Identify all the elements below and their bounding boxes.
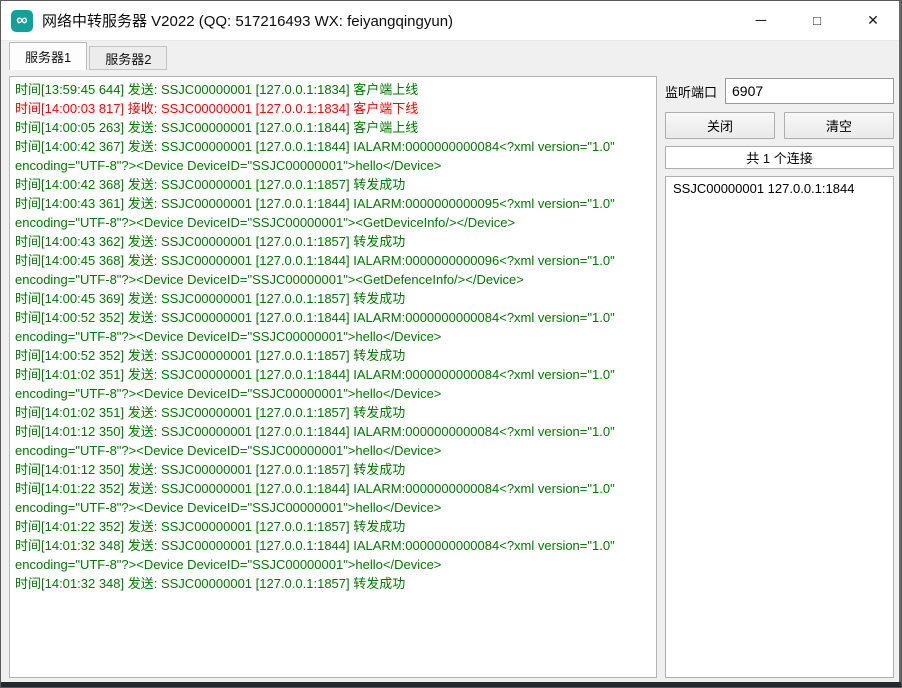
log-entry: 时间[14:01:22 352] 发送: SSJC00000001 [127.0…: [15, 517, 651, 536]
listen-port-input[interactable]: [725, 78, 894, 104]
app-window: ∞ 网络中转服务器 V2022 (QQ: 517216493 WX: feiya…: [0, 0, 902, 688]
tab-server2[interactable]: 服务器2: [89, 46, 167, 70]
connection-count-badge: 共 1 个连接: [665, 146, 894, 169]
maximize-button[interactable]: □: [789, 1, 845, 40]
close-icon: ✕: [867, 12, 879, 29]
close-server-button[interactable]: 关闭: [665, 112, 775, 139]
control-panel: 监听端口 关闭 清空 共 1 个连接 SSJC00000001 127.0.0.…: [665, 78, 894, 678]
log-output[interactable]: 时间[13:59:45 644] 发送: SSJC00000001 [127.0…: [9, 76, 657, 678]
log-entry: 时间[14:01:32 348] 发送: SSJC00000001 [127.0…: [15, 574, 651, 593]
log-entry: 时间[14:01:02 351] 发送: SSJC00000001 [127.0…: [15, 365, 651, 403]
clear-log-button[interactable]: 清空: [784, 112, 894, 139]
title-bar: ∞ 网络中转服务器 V2022 (QQ: 517216493 WX: feiya…: [1, 1, 901, 41]
log-entry: 时间[14:00:52 352] 发送: SSJC00000001 [127.0…: [15, 308, 651, 346]
log-entry: 时间[14:00:05 263] 发送: SSJC00000001 [127.0…: [15, 118, 651, 137]
minimize-icon: ─: [756, 12, 767, 29]
window-title: 网络中转服务器 V2022 (QQ: 517216493 WX: feiyang…: [42, 10, 453, 31]
log-entry: 时间[14:01:12 350] 发送: SSJC00000001 [127.0…: [15, 422, 651, 460]
log-entry: 时间[14:00:42 367] 发送: SSJC00000001 [127.0…: [15, 137, 651, 175]
app-logo-icon: ∞: [11, 10, 33, 32]
maximize-icon: □: [813, 13, 821, 28]
window-bottom-edge: [1, 682, 901, 687]
connection-list-item[interactable]: SSJC00000001 127.0.0.1:1844: [666, 177, 893, 200]
log-entry: 时间[14:00:45 368] 发送: SSJC00000001 [127.0…: [15, 251, 651, 289]
log-entry: 时间[14:00:03 817] 接收: SSJC00000001 [127.0…: [15, 99, 651, 118]
tab-bar: 服务器1 服务器2: [9, 42, 167, 70]
log-entry: 时间[14:00:45 369] 发送: SSJC00000001 [127.0…: [15, 289, 651, 308]
action-buttons-row: 关闭 清空: [665, 112, 894, 139]
minimize-button[interactable]: ─: [733, 1, 789, 40]
log-entry: 时间[14:00:52 352] 发送: SSJC00000001 [127.0…: [15, 346, 651, 365]
window-right-edge: [899, 1, 901, 687]
listen-port-row: 监听端口: [665, 78, 894, 104]
log-entry: 时间[14:01:22 352] 发送: SSJC00000001 [127.0…: [15, 479, 651, 517]
tab-server1[interactable]: 服务器1: [9, 42, 87, 70]
listen-port-label: 监听端口: [665, 82, 717, 101]
log-entry: 时间[14:00:42 368] 发送: SSJC00000001 [127.0…: [15, 175, 651, 194]
log-entry: 时间[14:00:43 361] 发送: SSJC00000001 [127.0…: [15, 194, 651, 232]
close-button[interactable]: ✕: [845, 1, 901, 40]
log-entry: 时间[13:59:45 644] 发送: SSJC00000001 [127.0…: [15, 80, 651, 99]
log-entry: 时间[14:01:32 348] 发送: SSJC00000001 [127.0…: [15, 536, 651, 574]
connection-list[interactable]: SSJC00000001 127.0.0.1:1844: [665, 176, 894, 678]
window-controls: ─ □ ✕: [733, 1, 901, 40]
log-entry: 时间[14:00:43 362] 发送: SSJC00000001 [127.0…: [15, 232, 651, 251]
log-entry: 时间[14:01:02 351] 发送: SSJC00000001 [127.0…: [15, 403, 651, 422]
log-entry: 时间[14:01:12 350] 发送: SSJC00000001 [127.0…: [15, 460, 651, 479]
